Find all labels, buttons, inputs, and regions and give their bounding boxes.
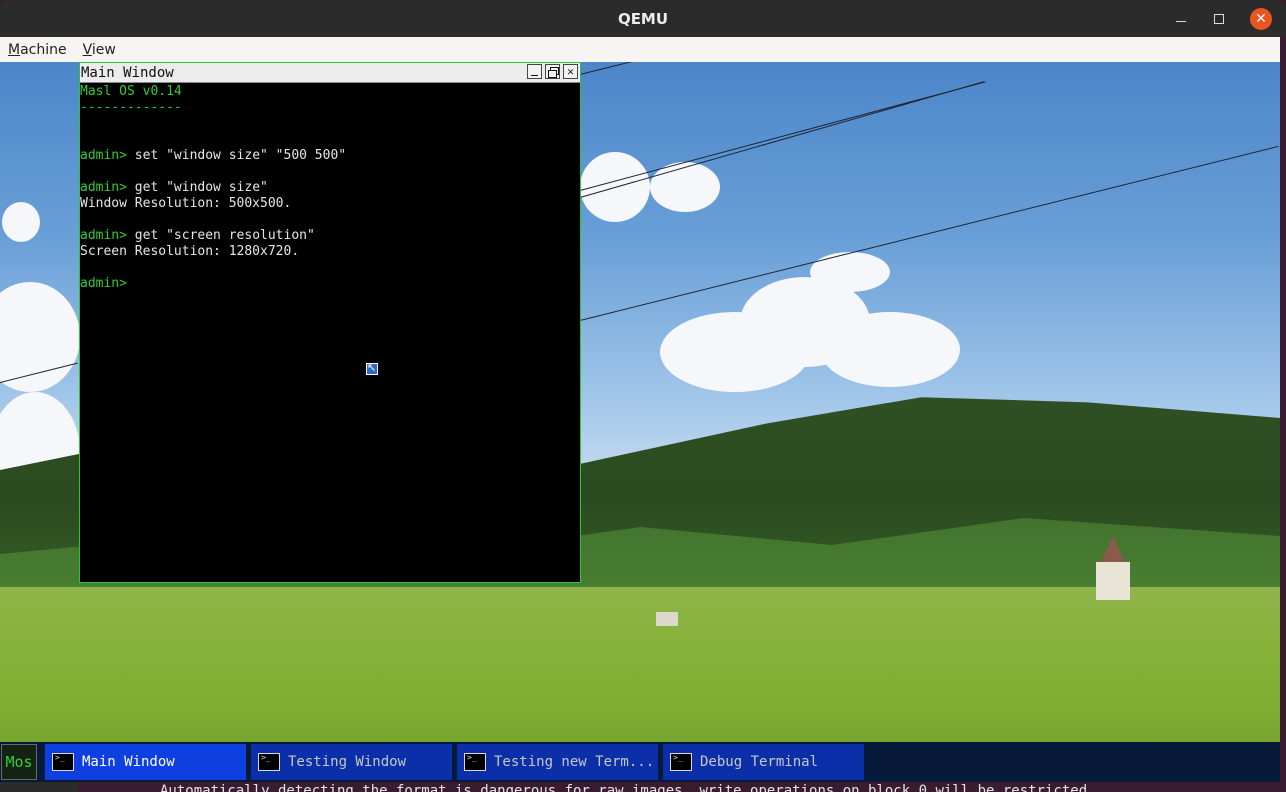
host-title-bar: QEMU ✕ <box>0 0 1286 37</box>
taskbar-task-label: Main Window <box>82 754 175 770</box>
wallpaper-chapel <box>1096 562 1130 600</box>
terminal-title: Main Window <box>81 64 174 81</box>
taskbar: Mos Main Window Testing Window Testing new… <box>0 742 1280 782</box>
close-button[interactable]: ✕ <box>1250 7 1272 30</box>
terminal-minimize-button[interactable] <box>527 64 542 79</box>
menu-label-rest: achine <box>20 41 67 58</box>
maximize-button[interactable] <box>1212 12 1226 26</box>
terminal-line: Masl OS v0.14 <box>80 84 580 100</box>
host-terminal-strip: Automatically detecting the format is da… <box>0 782 1286 792</box>
terminal-line: admin> <box>80 276 580 292</box>
terminal-line-text: Window Resolution: 500x500. <box>80 196 292 211</box>
terminal-icon <box>258 753 280 771</box>
taskbar-task-label: Testing new Term... <box>494 754 655 770</box>
wallpaper-cloud <box>810 252 890 292</box>
terminal-line-text: get "window size" <box>126 180 268 195</box>
terminal-line: admin> get "window size" <box>80 180 580 196</box>
terminal-prompt: admin> <box>80 276 127 291</box>
menu-mnemonic: V <box>82 41 92 58</box>
host-terminal-warning: Automatically detecting the format is da… <box>160 783 1088 792</box>
terminal-icon <box>670 753 692 771</box>
wallpaper-hut <box>656 612 678 626</box>
terminal-line: ------------- <box>80 100 580 116</box>
qemu-menu-bar: Machine View <box>0 37 1280 63</box>
close-icon: ✕ <box>567 65 574 78</box>
terminal-line: admin> get "screen resolution" <box>80 228 580 244</box>
start-logo: Mos <box>5 753 33 771</box>
mouse-cursor-icon <box>366 361 378 375</box>
terminal-line: Window Resolution: 500x500. <box>80 196 580 212</box>
main-window-terminal[interactable]: Main Window ✕ Masl OS v0.14 -------------… <box>79 62 581 583</box>
terminal-prompt: admin> <box>80 228 127 243</box>
terminal-restore-button[interactable] <box>545 64 560 79</box>
start-button[interactable]: Mos <box>1 744 37 780</box>
wallpaper-cloud <box>820 312 960 387</box>
terminal-line-text: get "screen resolution" <box>126 228 315 243</box>
taskbar-task-button[interactable]: Testing Window <box>251 744 452 780</box>
terminal-prompt: admin> <box>80 148 127 163</box>
wallpaper-cloud <box>2 202 40 242</box>
taskbar-task-label: Testing Window <box>288 754 407 770</box>
menu-label-rest: iew <box>91 41 116 58</box>
guest-screen[interactable]: Main Window ✕ Masl OS v0.14 -------------… <box>0 62 1280 782</box>
terminal-icon <box>52 753 74 771</box>
terminal-line-text: Masl OS v0.14 <box>80 84 182 99</box>
terminal-window-buttons: ✕ <box>527 64 578 79</box>
terminal-line: admin> set "window size" "500 500" <box>80 148 580 164</box>
menu-view[interactable]: View <box>75 42 124 58</box>
taskbar-task-label: Debug Terminal <box>700 754 819 770</box>
menu-machine[interactable]: Machine <box>0 42 75 58</box>
terminal-icon <box>464 753 486 771</box>
terminal-output[interactable]: Masl OS v0.14 ------------- admin> set "wi… <box>80 84 580 582</box>
terminal-title-bar[interactable]: Main Window ✕ <box>80 63 580 83</box>
terminal-line: Screen Resolution: 1280x720. <box>80 244 580 260</box>
taskbar-task-button[interactable]: Testing new Term... <box>457 744 658 780</box>
terminal-line-text: set "window size" "500 500" <box>126 148 347 163</box>
host-terminal-background <box>1280 37 1286 792</box>
terminal-close-button[interactable]: ✕ <box>563 64 578 79</box>
terminal-line-text: ------------- <box>80 100 182 115</box>
maximize-icon <box>1214 13 1224 24</box>
menu-mnemonic: M <box>8 41 21 58</box>
close-icon: ✕ <box>1255 10 1267 27</box>
host-window-controls: ✕ <box>1174 0 1272 37</box>
taskbar-task-button[interactable]: Main Window <box>45 744 246 780</box>
terminal-line-text: Screen Resolution: 1280x720. <box>80 244 300 259</box>
terminal-prompt: admin> <box>80 180 127 195</box>
wallpaper-cloud <box>650 162 720 212</box>
minimize-icon <box>1176 21 1186 22</box>
host-window-title: QEMU <box>617 9 669 28</box>
minimize-button[interactable] <box>1174 12 1188 26</box>
taskbar-task-button[interactable]: Debug Terminal <box>663 744 864 780</box>
